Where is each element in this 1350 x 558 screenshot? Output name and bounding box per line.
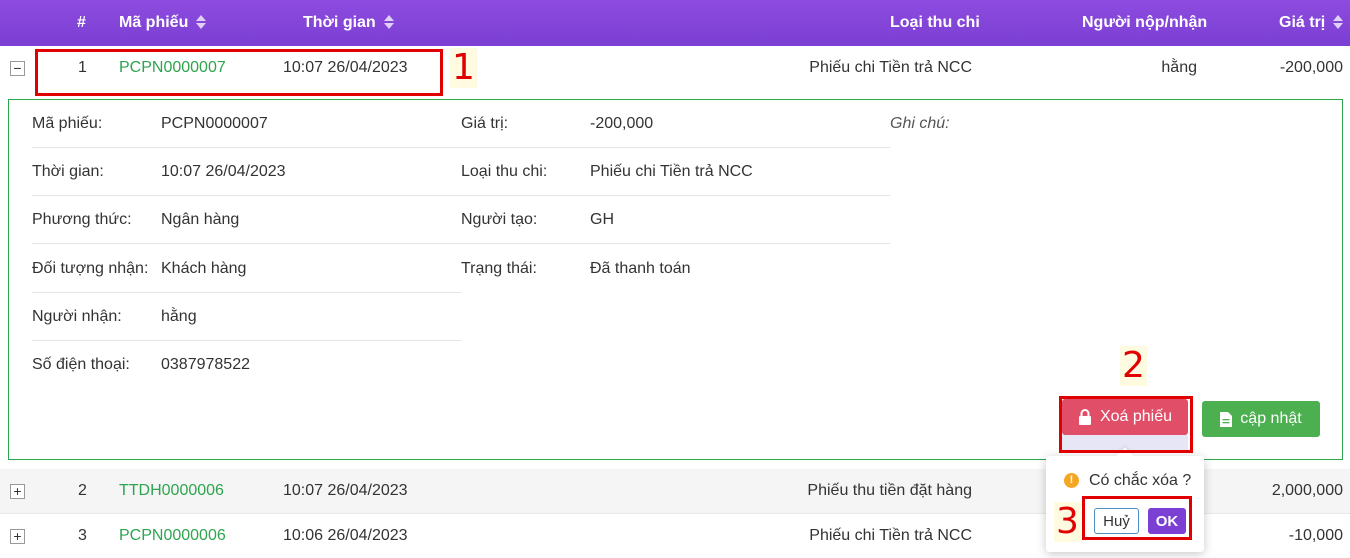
- header-index: #: [77, 14, 86, 31]
- detail-value: PCPN0000007: [161, 115, 268, 132]
- expand-toggle[interactable]: +: [10, 484, 25, 499]
- detail-label: Đối tượng nhận:: [32, 260, 149, 277]
- sort-icon[interactable]: [196, 15, 207, 29]
- row-type: Phiếu chi Tiền trả NCC: [809, 59, 972, 76]
- detail-row: Người tạo: GH: [461, 196, 890, 244]
- table-header: # Mã phiếu Thời gian Loại thu chi Người …: [0, 0, 1350, 46]
- sort-icon[interactable]: [383, 15, 394, 29]
- header-time[interactable]: Thời gian: [303, 14, 394, 32]
- detail-value: -200,000: [590, 115, 654, 132]
- detail-label: Giá trị:: [461, 115, 509, 132]
- header-time-label: Thời gian: [303, 14, 376, 31]
- annotation-number-3: 3: [1054, 501, 1081, 542]
- header-type: Loại thu chi: [890, 14, 980, 31]
- detail-value: Đã thanh toán: [590, 260, 691, 277]
- detail-label: Người nhận:: [32, 308, 122, 325]
- update-button-label: cập nhật: [1240, 410, 1302, 427]
- detail-row: Người nhận: hằng: [32, 293, 461, 341]
- header-code[interactable]: Mã phiếu: [119, 14, 207, 32]
- row-value: 2,000,000: [1271, 482, 1343, 499]
- header-value-label: Giá trị: [1279, 14, 1326, 31]
- detail-row: Loại thu chi: Phiếu chi Tiền trả NCC: [461, 148, 890, 196]
- detail-label: Trạng thái:: [461, 260, 537, 277]
- row-index: 2: [78, 482, 87, 499]
- header-code-label: Mã phiếu: [119, 14, 189, 31]
- detail-label: Người tạo:: [461, 211, 538, 228]
- confirm-message: Có chắc xóa ?: [1089, 472, 1192, 489]
- detail-label: Số điện thoại:: [32, 356, 130, 373]
- expand-toggle[interactable]: +: [10, 529, 25, 544]
- detail-value: 0387978522: [161, 356, 250, 373]
- row-time: 10:07 26/04/2023: [283, 482, 408, 499]
- detail-value: Phiếu chi Tiền trả NCC: [590, 163, 753, 180]
- detail-row: Số điện thoại: 0387978522: [32, 341, 461, 389]
- annotation-number-1: 1: [450, 47, 477, 88]
- detail-label: Thời gian:: [32, 163, 104, 180]
- row-type: Phiếu chi Tiền trả NCC: [809, 527, 972, 544]
- header-person: Người nộp/nhận: [1082, 14, 1208, 31]
- row-index: 3: [78, 527, 87, 544]
- detail-row: Thời gian: 10:07 26/04/2023: [32, 148, 461, 196]
- detail-row: Trạng thái: Đã thanh toán: [461, 245, 890, 293]
- row-person: hằng: [1161, 59, 1197, 76]
- row-code-link[interactable]: TTDH0000006: [119, 482, 224, 500]
- detail-label: Phương thức:: [32, 211, 132, 228]
- sort-icon[interactable]: [1333, 15, 1344, 29]
- detail-value: hằng: [161, 308, 197, 325]
- annotation-box-3: [1082, 496, 1192, 540]
- row-value: -10,000: [1288, 527, 1343, 544]
- detail-value: Ngân hàng: [161, 211, 240, 228]
- row-type: Phiếu thu tiền đặt hàng: [807, 482, 972, 499]
- detail-value: 10:07 26/04/2023: [161, 163, 286, 180]
- row-time: 10:06 26/04/2023: [283, 527, 408, 544]
- detail-row: Giá trị: -200,000: [461, 100, 890, 148]
- detail-label: Mã phiếu:: [32, 115, 103, 132]
- detail-value: Khách hàng: [161, 260, 247, 277]
- detail-row: Phương thức: Ngân hàng: [32, 196, 461, 244]
- note-label: Ghi chú:: [890, 115, 950, 132]
- annotation-box-2: [1059, 396, 1193, 453]
- detail-row: Đối tượng nhận: Khách hàng: [32, 245, 461, 293]
- document-icon: [1220, 411, 1233, 427]
- detail-value: GH: [590, 211, 614, 228]
- row-code-link[interactable]: PCPN0000006: [119, 527, 226, 545]
- collapse-toggle[interactable]: −: [10, 61, 25, 76]
- warning-icon: !: [1064, 473, 1079, 488]
- update-button[interactable]: cập nhật: [1202, 401, 1320, 437]
- detail-label: Loại thu chi:: [461, 163, 548, 180]
- annotation-box-1: [35, 49, 443, 96]
- annotation-number-2: 2: [1120, 345, 1147, 386]
- header-value[interactable]: Giá trị: [1279, 14, 1344, 32]
- detail-row: Mã phiếu: PCPN0000007: [32, 100, 461, 148]
- row-value: -200,000: [1279, 59, 1343, 76]
